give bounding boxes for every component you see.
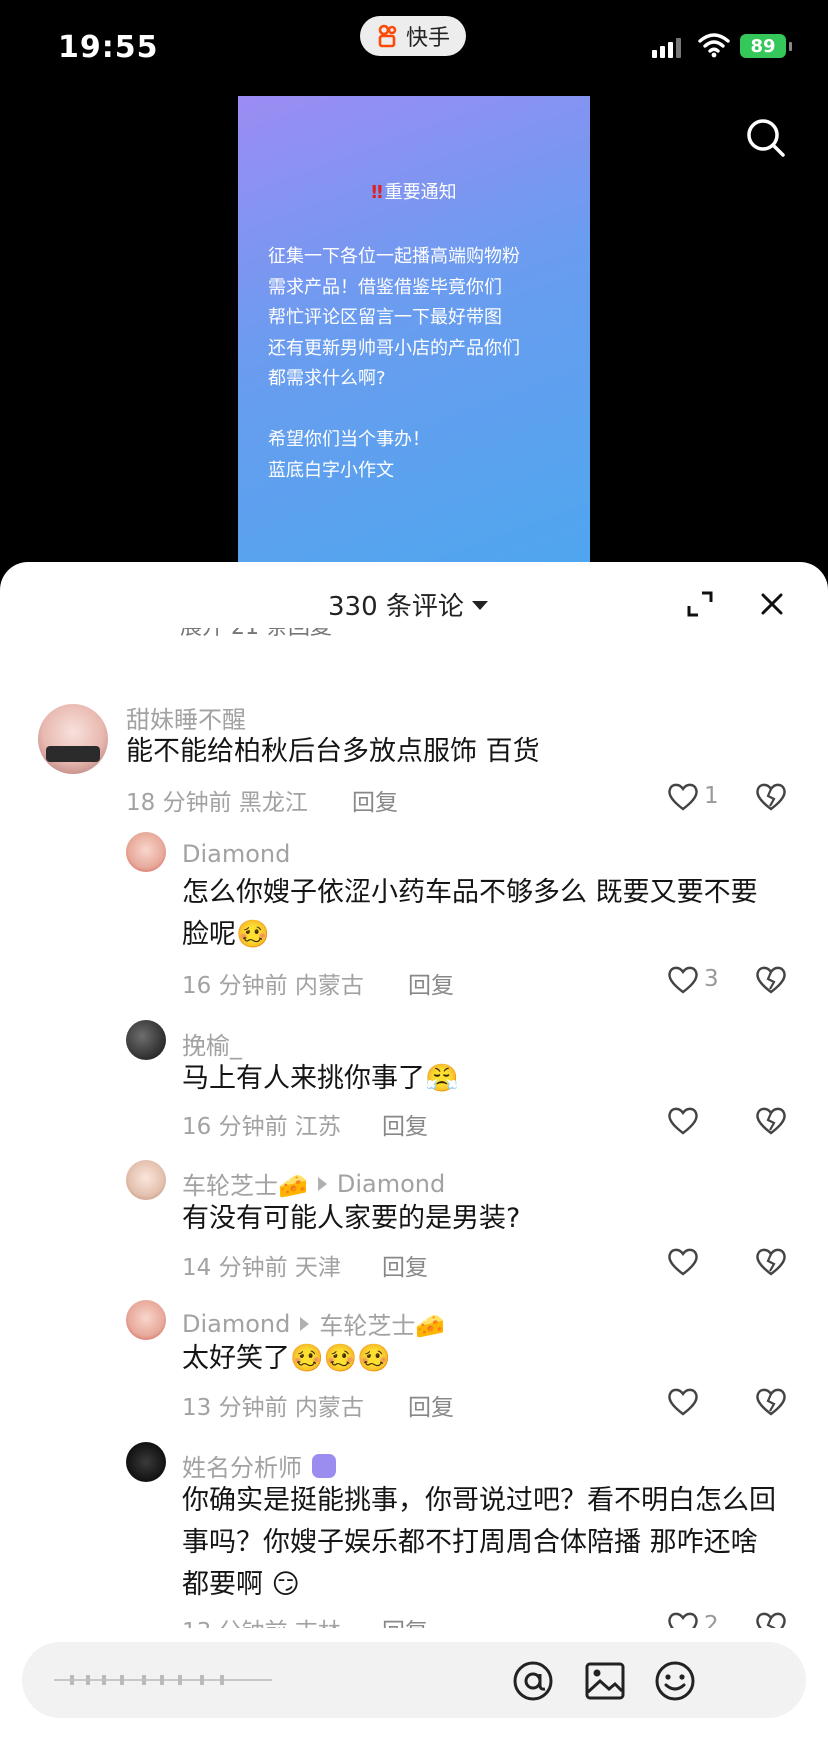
username-text: Diamond — [182, 1309, 291, 1338]
comment-text: 马上有人来挑你事了😤 — [182, 1063, 459, 1094]
reply-button[interactable]: 回复 — [408, 966, 454, 1000]
comment-time-region: 18 分钟前 黑龙江 — [126, 790, 308, 816]
comment-time-region: 14 分钟前 天津 — [182, 1255, 341, 1281]
emoji-icon[interactable] — [654, 1660, 696, 1702]
avatar[interactable] — [126, 1300, 166, 1340]
username-text: 姓名分析师 — [182, 1454, 302, 1482]
signal-icon — [652, 38, 681, 58]
caret-down-icon — [471, 601, 488, 610]
comment-text: 能不能给柏秋后台多放点服饰 百货 — [126, 736, 540, 767]
avatar[interactable] — [38, 704, 108, 774]
reply-arrow-icon — [300, 1316, 310, 1331]
comment-username[interactable]: Diamond — [182, 840, 290, 868]
username-text: 车轮芝士🧀 — [182, 1172, 308, 1200]
comment-username[interactable]: 姓名分析师 — [182, 1448, 336, 1483]
image-icon[interactable] — [584, 1660, 626, 1702]
video-frame[interactable]: ‼ 重要通知 征集一下各位一起播高端购物粉 需求产品！借鉴借鉴毕竟你们 帮忙评论区… — [238, 96, 590, 566]
comment-username[interactable]: Diamond 车轮芝士🧀 — [182, 1306, 445, 1341]
status-bar: 19:55 快手 89 — [0, 0, 828, 90]
heart-icon[interactable] — [666, 965, 700, 995]
comment-text: 你确实是挺能挑事，你哥说过吧？看不明白怎么回事吗？你嫂子娱乐都不打周周合体陪播 … — [182, 1485, 776, 1600]
comment-input-area — [0, 1628, 828, 1752]
like-count: 1 — [704, 783, 719, 809]
status-time: 19:55 — [58, 30, 159, 65]
comment-count-dropdown[interactable]: 330 条评论 — [328, 586, 488, 623]
comment-sheet: 330 条评论 展开 21 条回复 甜妹睡不醒 能不能给柏秋后台多放点服饰 百货… — [0, 562, 828, 1752]
heart-icon[interactable] — [666, 1387, 700, 1417]
avatar[interactable] — [126, 1160, 166, 1200]
comment-time-region: 16 分钟前 内蒙古 — [182, 973, 364, 999]
comment-text: 太好笑了🥴🥴🥴 — [182, 1343, 391, 1374]
avatar-badge — [46, 746, 100, 762]
avatar[interactable] — [126, 1020, 166, 1060]
app-indicator[interactable]: 快手 — [360, 16, 466, 56]
broken-heart-icon[interactable] — [754, 1106, 788, 1136]
reply-button[interactable]: 回复 — [408, 1388, 454, 1422]
comment-username[interactable]: 甜妹睡不醒 — [126, 700, 246, 735]
battery-indicator: 89 — [740, 34, 786, 58]
broken-heart-icon[interactable] — [754, 1387, 788, 1417]
comment-time-region: 16 分钟前 江苏 — [182, 1114, 341, 1140]
reply-button[interactable]: 回复 — [352, 783, 398, 817]
comment-username[interactable]: 挽榆_ — [182, 1026, 242, 1061]
broken-heart-icon[interactable] — [754, 1247, 788, 1277]
battery-nub — [789, 42, 792, 51]
heart-icon[interactable] — [666, 782, 700, 812]
reply-target: 车轮芝士🧀 — [319, 1312, 446, 1340]
broken-heart-icon[interactable] — [754, 782, 788, 812]
comment-input[interactable] — [22, 1642, 806, 1718]
comment-time-region: 13 分钟前 内蒙古 — [182, 1395, 364, 1421]
comment-count-label: 330 条评论 — [328, 592, 464, 622]
app-name: 快手 — [405, 26, 450, 51]
at-icon[interactable] — [512, 1660, 554, 1702]
notice-title: ‼ 重要通知 — [238, 178, 590, 204]
search-icon[interactable] — [744, 116, 788, 160]
avatar[interactable] — [126, 832, 166, 872]
heart-icon[interactable] — [666, 1247, 700, 1277]
comment-username[interactable]: 车轮芝士🧀 Diamond — [182, 1166, 445, 1201]
comment-text: 有没有可能人家要的是男装? — [182, 1203, 521, 1234]
close-icon[interactable] — [758, 590, 786, 618]
notice-title-text: 重要通知 — [384, 182, 457, 203]
broken-heart-icon[interactable] — [754, 965, 788, 995]
expand-icon[interactable] — [686, 590, 714, 618]
notice-body: 征集一下各位一起播高端购物粉 需求产品！借鉴借鉴毕竟你们 帮忙评论区留言一下最好… — [268, 246, 520, 481]
comment-text: 怎么你嫂子依涩小药车品不够多么 既要又要不要脸呢🥴 — [182, 877, 758, 950]
kuaishou-logo-icon — [378, 24, 397, 48]
wifi-icon — [698, 33, 730, 58]
warning-mark: ‼ — [371, 182, 383, 203]
placeholder-scribble — [54, 1675, 272, 1685]
reply-button[interactable]: 回复 — [382, 1107, 428, 1141]
like-count: 3 — [704, 966, 719, 992]
reply-target: Diamond — [336, 1169, 446, 1198]
reply-button[interactable]: 回复 — [382, 1248, 428, 1282]
verified-badge-icon — [312, 1453, 336, 1478]
heart-icon[interactable] — [666, 1106, 700, 1136]
reply-arrow-icon — [317, 1176, 327, 1191]
expand-replies-link[interactable]: 展开 21 条回复 — [180, 628, 332, 646]
avatar[interactable] — [126, 1442, 166, 1482]
